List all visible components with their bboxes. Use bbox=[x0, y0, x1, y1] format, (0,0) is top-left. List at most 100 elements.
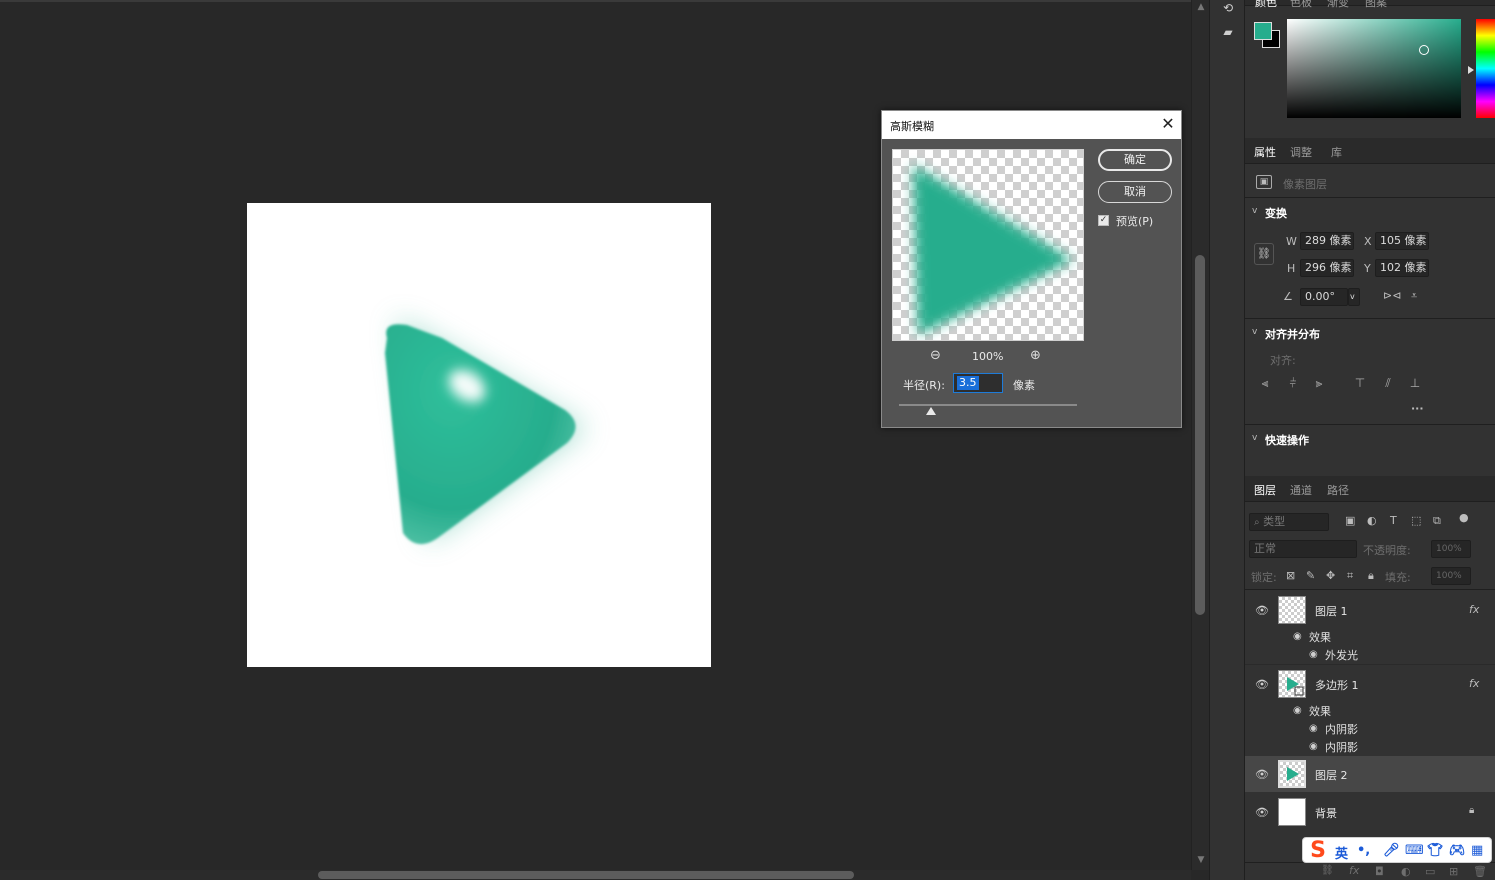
tab-adjustments[interactable]: 调整 bbox=[1290, 144, 1312, 160]
toolbox-icon[interactable]: ▦ bbox=[1471, 843, 1483, 858]
link-layers-icon[interactable]: ⛓ bbox=[1321, 865, 1334, 876]
effects-eye-icon[interactable]: ◉ bbox=[1293, 631, 1302, 642]
align-vertical-center-icon[interactable]: ⫽ bbox=[1381, 376, 1395, 390]
zoom-in-icon[interactable]: ⊕ bbox=[1030, 348, 1041, 363]
cancel-button[interactable]: 取消 bbox=[1098, 181, 1172, 203]
more-options-icon[interactable]: ··· bbox=[1411, 402, 1424, 415]
tab-gradients[interactable]: 渐变 bbox=[1327, 0, 1349, 10]
flip-vertical-icon[interactable]: ⩡ bbox=[1411, 289, 1417, 303]
effect-eye-icon[interactable]: ◉ bbox=[1309, 649, 1318, 660]
layer-row-selected[interactable]: 👁︎ 图层 2 bbox=[1245, 756, 1495, 792]
filter-smart-object-icon[interactable]: ⧉ bbox=[1433, 514, 1441, 528]
delete-layer-icon[interactable]: 🗑︎ bbox=[1473, 865, 1487, 878]
height-field[interactable]: 296 像素 bbox=[1300, 259, 1354, 277]
lock-position-icon[interactable]: ✥ bbox=[1326, 569, 1335, 582]
layer-name[interactable]: 图层 2 bbox=[1315, 767, 1348, 783]
opacity-field[interactable]: 100% bbox=[1431, 540, 1471, 558]
angle-dropdown[interactable]: v bbox=[1348, 288, 1360, 306]
comment-icon[interactable]: ▰ bbox=[1220, 24, 1236, 40]
align-right-icon[interactable]: ⫸ bbox=[1312, 376, 1326, 390]
microphone-icon[interactable]: 🎤︎ bbox=[1383, 843, 1400, 858]
radius-slider-knob[interactable] bbox=[926, 407, 937, 415]
fx-icon[interactable]: fx bbox=[1469, 677, 1479, 690]
preview-checkbox[interactable]: ✓ bbox=[1098, 215, 1109, 226]
effect-inner-shadow[interactable]: 内阴影 bbox=[1325, 721, 1358, 737]
horizontal-scrollbar[interactable] bbox=[0, 870, 1191, 880]
filter-shape-icon[interactable]: ⬚ bbox=[1411, 514, 1421, 527]
adjustment-layer-icon[interactable]: ◐ bbox=[1401, 865, 1411, 878]
link-icon[interactable]: ⛓ bbox=[1254, 243, 1274, 265]
preview-checkbox-label[interactable]: 预览(P) bbox=[1116, 213, 1153, 229]
fill-field[interactable]: 100% bbox=[1431, 567, 1471, 585]
layer-name[interactable]: 多边形 1 bbox=[1315, 677, 1359, 693]
radius-value[interactable]: 3.5 bbox=[957, 376, 979, 390]
layer-row[interactable]: 👁︎ 图层 1 fx bbox=[1245, 592, 1495, 628]
filter-pixel-icon[interactable]: ▣ bbox=[1345, 514, 1355, 527]
align-bottom-icon[interactable]: ⊥ bbox=[1408, 376, 1422, 390]
color-picker-ring[interactable] bbox=[1419, 45, 1429, 55]
lock-transparency-icon[interactable]: ⊠ bbox=[1286, 569, 1295, 582]
vertical-scrollbar[interactable]: ▲ ▼ bbox=[1191, 0, 1209, 870]
blur-preview[interactable] bbox=[892, 149, 1084, 341]
scroll-down-arrow[interactable]: ▼ bbox=[1195, 855, 1207, 865]
effect-eye-icon[interactable]: ◉ bbox=[1309, 723, 1318, 734]
vertical-scroll-thumb[interactable] bbox=[1195, 255, 1205, 615]
dialog-titlebar[interactable]: 高斯模糊 ✕ bbox=[882, 111, 1181, 139]
layer-row[interactable]: 👁︎ 背景 🔒︎ bbox=[1245, 794, 1495, 830]
keyboard-icon[interactable]: ⌨︎ bbox=[1405, 843, 1424, 858]
visibility-eye-icon[interactable]: 👁︎ bbox=[1255, 807, 1269, 818]
lock-artboard-icon[interactable]: ⌗ bbox=[1347, 569, 1353, 583]
tab-libraries[interactable]: 库 bbox=[1331, 144, 1342, 160]
visibility-eye-icon[interactable]: 👁︎ bbox=[1255, 679, 1269, 690]
zoom-out-icon[interactable]: ⊖ bbox=[930, 348, 941, 363]
layer-filter-search[interactable]: ⌕ 类型 bbox=[1249, 513, 1329, 531]
align-horizontal-center-icon[interactable]: ⫩ bbox=[1286, 376, 1300, 390]
align-left-icon[interactable]: ⫷ bbox=[1258, 376, 1272, 390]
ime-punctuation-toggle[interactable]: •, bbox=[1357, 843, 1370, 858]
angle-field[interactable]: 0.00° bbox=[1300, 288, 1348, 306]
effect-eye-icon[interactable]: ◉ bbox=[1309, 741, 1318, 752]
layer-name[interactable]: 背景 bbox=[1315, 805, 1337, 821]
ok-button[interactable]: 确定 bbox=[1098, 149, 1172, 171]
skin-icon[interactable]: 👕︎ bbox=[1427, 843, 1444, 858]
effect-outer-glow[interactable]: 外发光 bbox=[1325, 647, 1358, 663]
effects-eye-icon[interactable]: ◉ bbox=[1293, 705, 1302, 716]
chevron-down-icon[interactable]: v bbox=[1252, 433, 1257, 443]
ime-toolbar[interactable]: S 英 •, 🎤︎ ⌨︎ 👕︎ 🎮︎ ▦ bbox=[1302, 837, 1492, 863]
close-icon[interactable]: ✕ bbox=[1160, 115, 1176, 133]
width-field[interactable]: 289 像素 bbox=[1300, 232, 1354, 250]
add-style-icon[interactable]: fx bbox=[1349, 864, 1359, 877]
visibility-eye-icon[interactable]: 👁︎ bbox=[1255, 769, 1269, 780]
color-field[interactable] bbox=[1287, 19, 1461, 118]
filter-toggle-icon[interactable]: ● bbox=[1459, 511, 1469, 524]
chevron-down-icon[interactable]: v bbox=[1252, 206, 1257, 216]
sogou-logo-icon[interactable]: S bbox=[1305, 839, 1331, 863]
fx-icon[interactable]: fx bbox=[1469, 603, 1479, 616]
filter-type-icon[interactable]: T bbox=[1390, 514, 1397, 527]
layer-name[interactable]: 图层 1 bbox=[1315, 603, 1348, 619]
blend-mode-select[interactable]: 正常 bbox=[1249, 540, 1357, 558]
lock-paint-icon[interactable]: ✎ bbox=[1306, 569, 1315, 582]
radius-input[interactable]: 3.5 bbox=[953, 373, 1003, 393]
x-field[interactable]: 105 像素 bbox=[1375, 232, 1429, 250]
hue-slider-arrow[interactable] bbox=[1468, 66, 1474, 74]
tab-properties[interactable]: 属性 bbox=[1254, 144, 1276, 160]
layer-row[interactable]: 👁︎ 多边形 1 fx bbox=[1245, 666, 1495, 702]
tab-paths[interactable]: 路径 bbox=[1327, 482, 1349, 498]
lock-all-icon[interactable]: 🔒︎ bbox=[1368, 569, 1374, 583]
history-icon[interactable]: ⟲ bbox=[1220, 0, 1236, 16]
scroll-up-arrow[interactable]: ▲ bbox=[1195, 2, 1207, 12]
new-layer-icon[interactable]: ⊞ bbox=[1449, 865, 1458, 878]
tab-swatches[interactable]: 色板 bbox=[1290, 0, 1312, 10]
ime-language-toggle[interactable]: 英 bbox=[1335, 843, 1348, 862]
tab-color[interactable]: 颜色 bbox=[1255, 0, 1277, 10]
effect-inner-shadow[interactable]: 内阴影 bbox=[1325, 739, 1358, 755]
tab-patterns[interactable]: 图案 bbox=[1365, 0, 1387, 10]
tab-channels[interactable]: 通道 bbox=[1290, 482, 1312, 498]
add-mask-icon[interactable]: ◘ bbox=[1375, 865, 1384, 878]
foreground-color-swatch[interactable] bbox=[1254, 22, 1272, 40]
visibility-eye-icon[interactable]: 👁︎ bbox=[1255, 605, 1269, 616]
tab-layers[interactable]: 图层 bbox=[1254, 482, 1276, 498]
game-icon[interactable]: 🎮︎ bbox=[1449, 843, 1466, 858]
y-field[interactable]: 102 像素 bbox=[1375, 259, 1429, 277]
